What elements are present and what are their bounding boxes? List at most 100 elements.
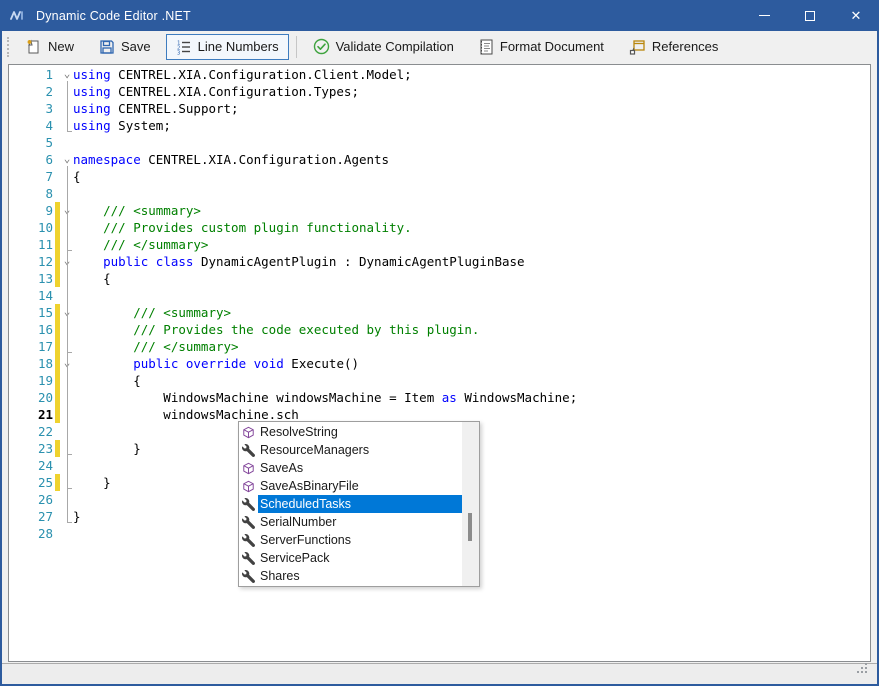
- property-wrench-icon: [239, 498, 258, 511]
- minimize-button[interactable]: [741, 0, 787, 31]
- line-number: 5: [9, 134, 53, 151]
- titlebar[interactable]: Dynamic Code Editor .NET ✕: [0, 0, 879, 31]
- close-icon: ✕: [851, 9, 862, 22]
- line-number: 25: [9, 474, 53, 491]
- line-number: 18: [9, 355, 53, 372]
- waveform-logo-icon: [10, 9, 28, 22]
- format-document-icon: [479, 39, 494, 55]
- line-number: 11: [9, 236, 53, 253]
- intellisense-item[interactable]: ResolveString: [239, 423, 462, 441]
- code-text: WindowsMachine windowsMachine = Item as …: [73, 389, 577, 406]
- intellisense-item[interactable]: ServicePack: [239, 549, 462, 567]
- line-number: 21: [9, 406, 53, 423]
- save-icon: [99, 39, 115, 55]
- code-line: 15⌄ /// <summary>: [9, 304, 870, 321]
- new-label: New: [48, 39, 74, 54]
- app-window: Dynamic Code Editor .NET ✕ New Save123Lin…: [0, 0, 879, 686]
- code-text: {: [73, 372, 141, 389]
- code-line: 3using CENTREL.Support;: [9, 100, 870, 117]
- intellisense-item[interactable]: SaveAsBinaryFile: [239, 477, 462, 495]
- change-bar-empty: [53, 66, 61, 83]
- intellisense-item[interactable]: ScheduledTasks: [239, 495, 462, 513]
- change-bar: [53, 236, 61, 253]
- code-text: using CENTREL.XIA.Configuration.Types;: [73, 83, 359, 100]
- format-document-button[interactable]: Format Document: [469, 34, 614, 60]
- line-number: 7: [9, 168, 53, 185]
- intellisense-item-label: ResourceManagers: [258, 441, 462, 459]
- resize-grip-icon[interactable]: [855, 661, 869, 680]
- code-text: public override void Execute(): [73, 355, 359, 372]
- line-number: 19: [9, 372, 53, 389]
- code-text: /// Provides the code executed by this p…: [73, 321, 479, 338]
- fold-guide-end: [67, 250, 72, 251]
- new-button[interactable]: New: [16, 34, 84, 60]
- popup-scrollbar[interactable]: [462, 422, 479, 586]
- toolbar-grip[interactable]: [7, 37, 12, 57]
- change-bar-empty: [53, 134, 61, 151]
- change-bar-empty: [53, 491, 61, 508]
- change-bar: [53, 474, 61, 491]
- fold-guide-end: [67, 454, 72, 455]
- change-bar-empty: [53, 457, 61, 474]
- line-number: 13: [9, 270, 53, 287]
- line-number: 22: [9, 423, 53, 440]
- line-number: 23: [9, 440, 53, 457]
- line-number: 6: [9, 151, 53, 168]
- save-button[interactable]: Save: [89, 34, 161, 60]
- popup-scrollbar-thumb[interactable]: [468, 513, 472, 541]
- maximize-icon: [805, 11, 815, 21]
- intellisense-item[interactable]: ResourceManagers: [239, 441, 462, 459]
- code-text: /// Provides custom plugin functionality…: [73, 219, 412, 236]
- window-border: [0, 0, 2, 686]
- change-bar: [53, 253, 61, 270]
- intellisense-item[interactable]: Shares: [239, 567, 462, 585]
- code-text: }: [73, 440, 141, 457]
- line-number: 28: [9, 525, 53, 542]
- code-text: namespace CENTREL.XIA.Configuration.Agen…: [73, 151, 389, 168]
- maximize-button[interactable]: [787, 0, 833, 31]
- change-bar-empty: [53, 151, 61, 168]
- change-bar: [53, 355, 61, 372]
- code-line: 5: [9, 134, 870, 151]
- intellisense-item-label: SaveAsBinaryFile: [258, 477, 462, 495]
- intellisense-item-label: SaveAs: [258, 459, 462, 477]
- code-line: 10 /// Provides custom plugin functional…: [9, 219, 870, 236]
- fold-margin: [61, 525, 73, 542]
- intellisense-item-label: ServerFunctions: [258, 531, 462, 549]
- code-line: 16 /// Provides the code executed by thi…: [9, 321, 870, 338]
- change-bar: [53, 389, 61, 406]
- intellisense-item[interactable]: ServerFunctions: [239, 531, 462, 549]
- change-bar-empty: [53, 287, 61, 304]
- change-bar: [53, 219, 61, 236]
- fold-guide-end: [67, 352, 72, 353]
- code-line: 9⌄ /// <summary>: [9, 202, 870, 219]
- references-button[interactable]: References: [619, 34, 728, 60]
- line-number: 20: [9, 389, 53, 406]
- code-line: 2using CENTREL.XIA.Configuration.Types;: [9, 83, 870, 100]
- change-bar-empty: [53, 168, 61, 185]
- code-text: {: [73, 270, 111, 287]
- toolbar-separator: [296, 36, 297, 58]
- code-text: }: [73, 474, 111, 491]
- line-numbers-button[interactable]: 123Line Numbers: [166, 34, 289, 60]
- validate-compilation-button[interactable]: Validate Compilation: [303, 33, 464, 60]
- line-number: 27: [9, 508, 53, 525]
- change-bar-empty: [53, 100, 61, 117]
- code-text: {: [73, 168, 81, 185]
- code-line: 20 WindowsMachine windowsMachine = Item …: [9, 389, 870, 406]
- line-number: 3: [9, 100, 53, 117]
- intellisense-item[interactable]: SerialNumber: [239, 513, 462, 531]
- code-line: 18⌄ public override void Execute(): [9, 355, 870, 372]
- code-text: /// </summary>: [73, 236, 208, 253]
- code-line: 11 /// </summary>: [9, 236, 870, 253]
- fold-guide-end: [67, 488, 72, 489]
- code-text: /// <summary>: [73, 304, 231, 321]
- close-button[interactable]: ✕: [833, 0, 879, 31]
- validate-compilation-label: Validate Compilation: [336, 39, 454, 54]
- fold-guide-end: [67, 522, 72, 523]
- code-line: 8: [9, 185, 870, 202]
- intellisense-item[interactable]: SaveAs: [239, 459, 462, 477]
- change-bar-empty: [53, 185, 61, 202]
- svg-text:3: 3: [177, 50, 180, 55]
- line-number: 14: [9, 287, 53, 304]
